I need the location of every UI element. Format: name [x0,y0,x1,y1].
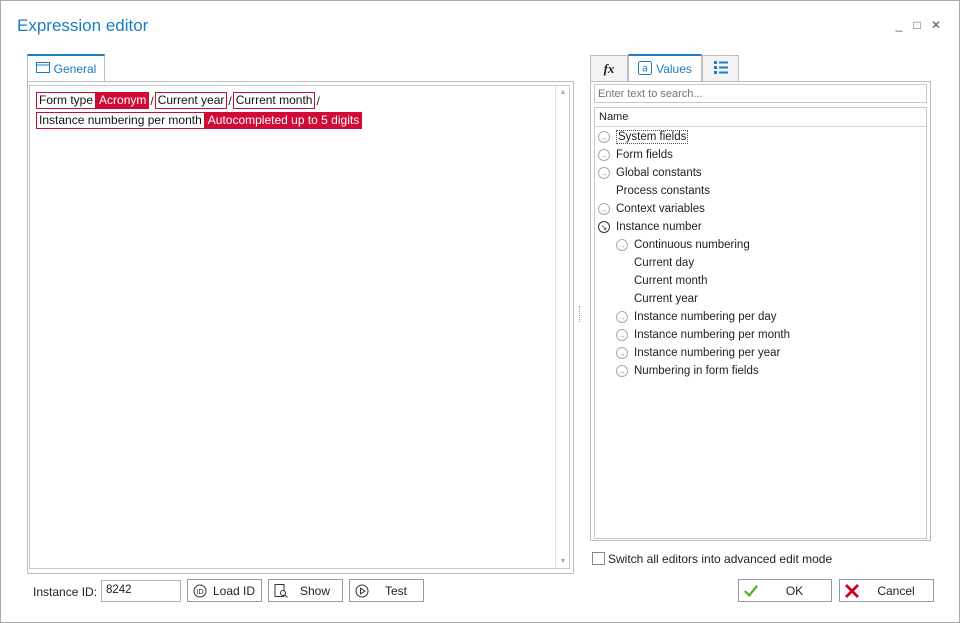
expand-arrow-icon[interactable]: → [616,311,628,323]
ok-button[interactable]: OK [738,579,832,602]
load-id-icon: ID [193,584,207,598]
tab-general-label: General [53,62,97,76]
expression-parameter-token[interactable]: Acronym [96,92,150,109]
tree-item-label: Process constants [616,185,710,197]
advanced-mode-label: Switch all editors into advanced edit mo… [608,552,833,566]
tree-item[interactable]: → Numbering in form fields [616,362,759,380]
tree-item[interactable]: Current year [616,290,698,308]
tree-item-label: Instance numbering per day [634,311,777,323]
splitter-handle[interactable] [579,306,582,322]
test-button[interactable]: Test [349,579,424,602]
tree-header-name: Name [595,108,926,127]
cross-icon [845,583,859,598]
tab-values-label: Values [656,62,692,76]
tree-item-label: Continuous numbering [634,239,750,251]
tab-general[interactable]: General [27,54,105,82]
minimize-icon[interactable]: _ [892,18,906,32]
maximize-icon[interactable]: □ [910,18,924,32]
play-icon [355,584,369,598]
tree-item-label: Instance numbering per year [634,347,781,359]
show-label: Show [299,583,331,598]
expand-arrow-icon[interactable]: → [616,347,628,359]
load-id-button[interactable]: ID Load ID [187,579,262,602]
expand-arrow-icon[interactable]: → [598,167,610,179]
expression-editor-window: Expression editor _ □ ✕ General Form typ… [0,0,960,623]
tree-item[interactable]: → Continuous numbering [616,236,750,254]
cancel-label: Cancel [877,583,915,598]
tree-item-label: Instance number [616,221,702,233]
tree-item[interactable]: → Global constants [598,164,702,182]
tab-functions[interactable]: fx [590,55,628,82]
list-icon [713,61,728,77]
tree-item[interactable]: Process constants [598,182,710,200]
expand-arrow-icon[interactable]: → [598,203,610,215]
expand-arrow-icon[interactable]: → [616,239,628,251]
cancel-button[interactable]: Cancel [839,579,934,602]
expression-line-1: Form type Acronym / Current year / Current mo… [36,91,321,110]
fx-icon: fx [603,61,615,76]
tree-item[interactable]: → Form fields [598,146,673,164]
scroll-down-icon[interactable]: ▼ [556,558,570,565]
document-search-icon [274,583,288,598]
scroll-up-icon[interactable]: ▲ [556,89,570,96]
expression-field-token[interactable]: Current year [154,92,228,109]
svg-text:a: a [642,63,648,74]
tree-item[interactable]: → Instance numbering per month [616,326,790,344]
tree-item-label: Form fields [616,149,673,161]
svg-text:ID: ID [196,588,203,596]
expression-field-token[interactable]: Current month [232,92,316,109]
expand-arrow-icon[interactable]: → [598,149,610,161]
tree-item[interactable]: ↘ Instance number [598,218,702,236]
expression-parameter-token[interactable]: Autocompleted up to 5 digits [204,112,363,129]
tree-item-label: Current year [634,293,698,305]
instance-id-input[interactable]: 8242 [101,580,181,602]
tree-item[interactable]: → Instance numbering per day [616,308,777,326]
tree-item[interactable]: Current day [616,254,694,272]
tree-item-label: Instance numbering per month [634,329,790,341]
load-id-label: Load ID [212,583,256,598]
window-title: Expression editor [17,16,149,35]
ok-label: OK [785,583,804,598]
tree-item-label: Numbering in form fields [634,365,759,377]
expression-field-token[interactable]: Instance numbering per month [36,112,205,129]
tab-values[interactable]: a Values [628,54,702,82]
tree-item[interactable]: → System fields [598,128,689,146]
expression-line-2: Instance numbering per month Autocomplete… [36,111,363,130]
checkmark-icon [744,584,758,598]
collapse-arrow-icon[interactable]: ↘ [598,221,610,233]
editor-scrollbar[interactable]: ▲ ▼ [555,86,569,568]
tree-item-label: Context variables [616,203,705,215]
expression-separator: / [316,93,320,108]
test-label: Test [384,583,407,598]
tab-list[interactable] [702,55,739,82]
tree-item[interactable]: Current month [616,272,708,290]
tree-item[interactable]: → Instance numbering per year [616,344,780,362]
show-button[interactable]: Show [268,579,343,602]
values-tree: Name → System fields → Form fields → Global c… [594,107,927,539]
close-icon[interactable]: ✕ [929,18,943,32]
expression-text-area[interactable]: Form type Acronym / Current year / Current mo… [29,85,570,569]
advanced-mode-checkbox[interactable] [592,552,605,565]
expand-arrow-icon[interactable]: → [598,131,610,143]
expand-arrow-icon[interactable]: → [616,365,628,377]
values-icon: a [638,60,653,78]
instance-id-label: Instance ID: [33,585,98,599]
expand-arrow-icon[interactable]: → [616,329,628,341]
tree-item-label: Current month [634,275,708,287]
expression-field-token[interactable]: Form type [36,92,97,109]
tree-item-label: Current day [634,257,695,269]
window-icon [35,62,50,76]
tree-item-label: Global constants [616,167,702,179]
tree-item[interactable]: → Context variables [598,200,705,218]
search-input[interactable] [594,84,927,103]
tree-item-label: System fields [616,130,689,144]
